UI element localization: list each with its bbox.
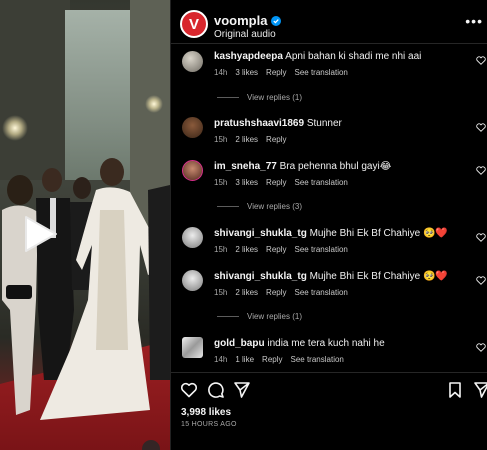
like-button[interactable] (180, 381, 198, 399)
avatar[interactable] (182, 337, 203, 358)
avatar[interactable] (182, 270, 203, 291)
comment-text: india me tera kuch nahi he (267, 338, 385, 349)
avatar[interactable] (182, 160, 203, 181)
avatar-letter: V (188, 15, 199, 33)
post-timestamp: 15 HOURS AGO (181, 421, 237, 428)
reply-button[interactable]: Reply (262, 355, 282, 364)
comment-time: 15h (214, 288, 228, 297)
heart-icon[interactable] (476, 233, 486, 242)
share-button[interactable] (473, 381, 487, 399)
comment-text: Stunner (306, 118, 342, 129)
comment-text: Bra pehenna bhul gayi😂 (279, 161, 392, 172)
avatar[interactable]: V (180, 10, 208, 38)
see-translation-button[interactable]: See translation (295, 245, 348, 254)
comment-time: 14h (214, 68, 228, 77)
more-icon[interactable]: ••• (465, 13, 483, 29)
see-translation-button[interactable]: See translation (295, 68, 348, 77)
username[interactable]: voompla (214, 13, 267, 28)
heart-icon (180, 382, 198, 398)
play-icon (25, 216, 57, 252)
see-translation-button[interactable]: See translation (295, 178, 348, 187)
bookmark-icon (449, 382, 461, 398)
view-replies-label[interactable]: View replies (3) (247, 202, 302, 211)
share-button[interactable] (233, 381, 251, 399)
comment-likes[interactable]: 2 likes (235, 135, 258, 144)
view-replies-button[interactable]: View replies (3) (217, 202, 302, 211)
comment-likes[interactable]: 2 likes (235, 288, 258, 297)
reply-button[interactable]: Reply (266, 288, 286, 297)
avatar[interactable] (182, 117, 203, 138)
comment-time: 15h (214, 178, 228, 187)
divider (217, 316, 239, 318)
comment-list[interactable]: kashyapdeepa Apni bahan ki shadi me nhi … (171, 44, 487, 372)
comment-username[interactable]: im_sneha_77 (214, 161, 277, 172)
video-light (145, 95, 163, 113)
post-panel: V voompla Original audio ••• kashyapdeep… (170, 0, 487, 450)
heart-icon[interactable] (476, 276, 486, 285)
comment-likes[interactable]: 3 likes (235, 178, 258, 187)
video-light (2, 115, 28, 141)
post-header: V voompla Original audio ••• (171, 0, 487, 44)
comment-time: 15h (214, 135, 228, 144)
username-link[interactable]: voompla (214, 13, 282, 28)
comment-text: Mujhe Bhi Ek Bf Chahiye 🥺❤️ (309, 271, 448, 282)
heart-icon[interactable] (476, 56, 486, 65)
see-translation-button[interactable]: See translation (291, 355, 344, 364)
audio-label[interactable]: Original audio (214, 29, 276, 40)
view-replies-label[interactable]: View replies (1) (247, 93, 302, 102)
comment-text: Mujhe Bhi Ek Bf Chahiye 🥺❤️ (309, 228, 448, 239)
verified-badge-icon (271, 16, 282, 26)
comment-username[interactable]: shivangi_shukla_tg (214, 228, 307, 239)
comment-button[interactable] (207, 381, 225, 399)
comment-likes[interactable]: 1 like (235, 355, 254, 364)
comment-likes[interactable]: 3 likes (235, 68, 258, 77)
comment-username[interactable]: shivangi_shukla_tg (214, 271, 307, 282)
see-translation-button[interactable]: See translation (295, 288, 348, 297)
comment-text: Apni bahan ki shadi me nhi aai (285, 51, 422, 62)
comment-time: 15h (214, 245, 228, 254)
view-replies-label[interactable]: View replies (1) (247, 312, 302, 321)
comment-time: 14h (214, 355, 228, 364)
comment-username[interactable]: pratushshaavi1869 (214, 118, 304, 129)
divider (217, 206, 239, 208)
heart-icon[interactable] (476, 343, 486, 352)
comment-username[interactable]: kashyapdeepa (214, 51, 283, 62)
avatar[interactable] (182, 227, 203, 248)
reply-button[interactable]: Reply (266, 68, 286, 77)
video-player[interactable] (0, 0, 170, 450)
reply-button[interactable]: Reply (266, 178, 286, 187)
comment-likes[interactable]: 2 likes (235, 245, 258, 254)
reply-button[interactable]: Reply (266, 135, 286, 144)
save-button[interactable] (446, 381, 464, 399)
view-replies-button[interactable]: View replies (1) (217, 312, 302, 321)
video-people (2, 158, 170, 420)
view-replies-button[interactable]: View replies (1) (217, 93, 302, 102)
comment-icon (208, 382, 224, 398)
share-icon (474, 382, 487, 398)
avatar[interactable] (182, 51, 203, 72)
play-button[interactable] (20, 214, 60, 254)
divider (217, 97, 239, 99)
heart-icon[interactable] (476, 166, 486, 175)
heart-icon[interactable] (476, 123, 486, 132)
like-count[interactable]: 3,998 likes (181, 407, 231, 418)
post-actions: 3,998 likes 15 HOURS AGO (171, 372, 487, 450)
comment-username[interactable]: gold_bapu (214, 338, 265, 349)
reply-button[interactable]: Reply (266, 245, 286, 254)
share-icon (234, 382, 250, 398)
